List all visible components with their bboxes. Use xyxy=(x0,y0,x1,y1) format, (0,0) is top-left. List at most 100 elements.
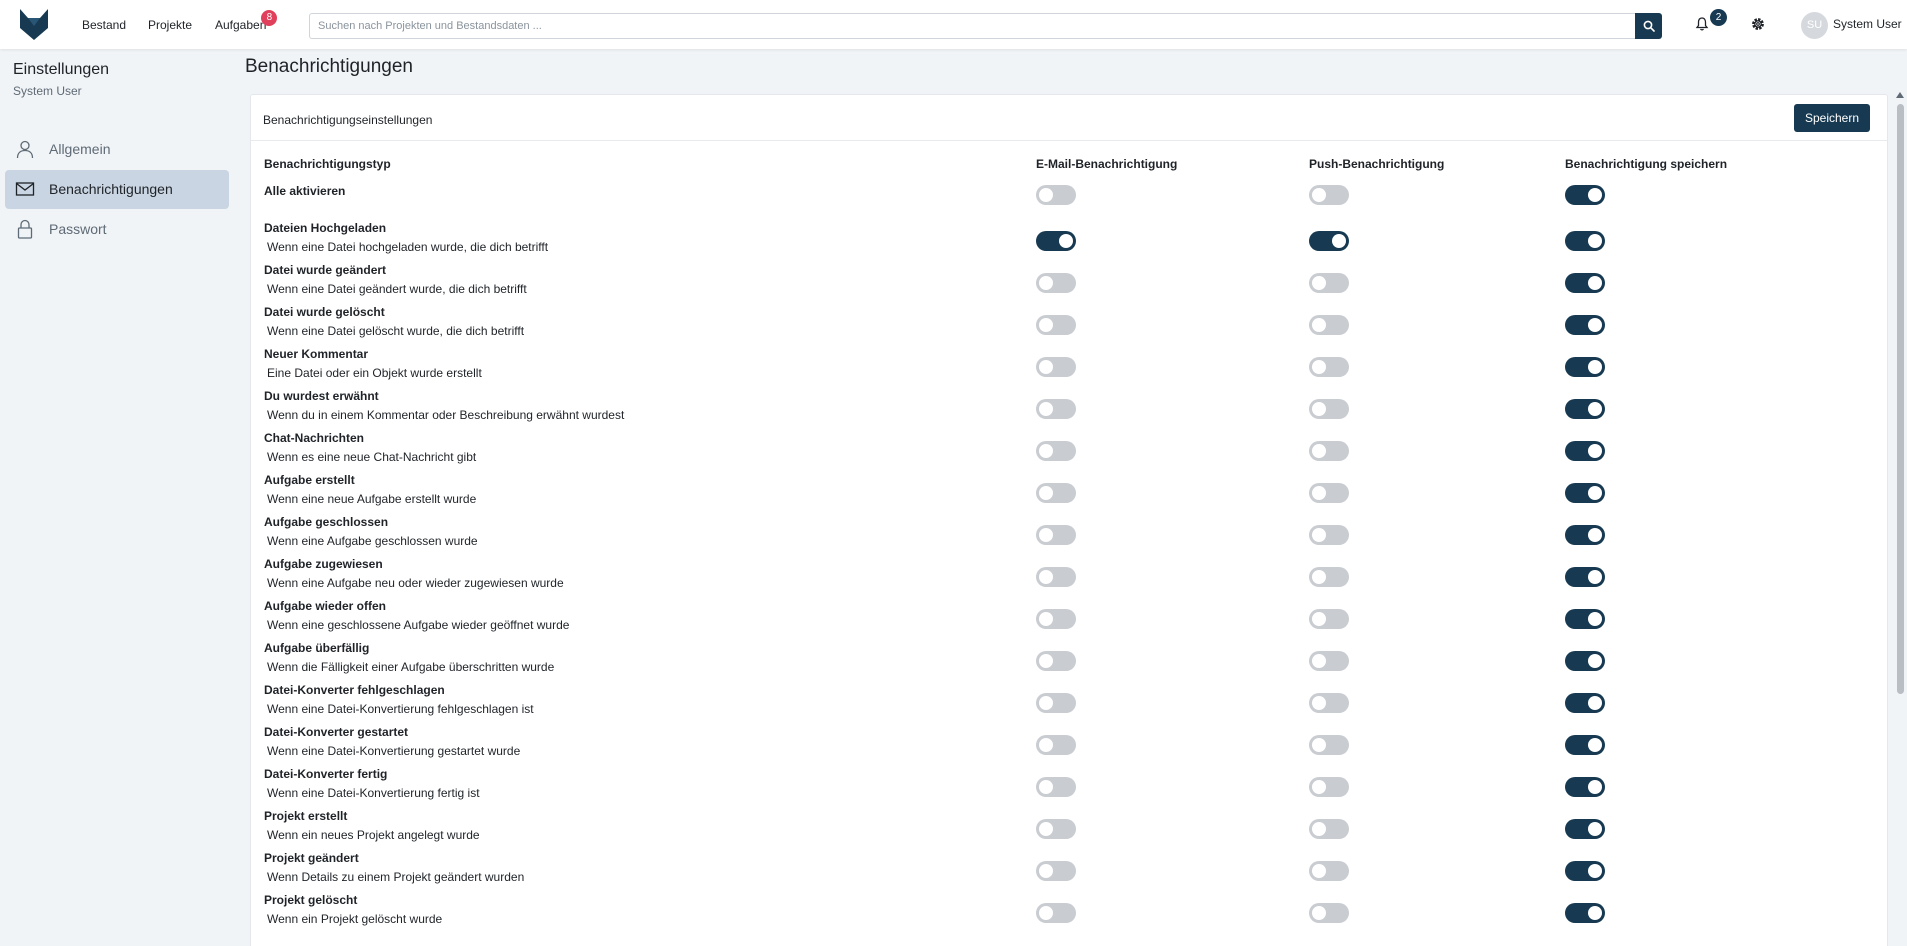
email-toggle[interactable] xyxy=(1036,357,1076,377)
notification-row: Datei-Konverter fehlgeschlagen Wenn eine … xyxy=(251,679,1887,721)
nav-bestand[interactable]: Bestand xyxy=(82,18,126,32)
save-toggle[interactable] xyxy=(1565,735,1605,755)
enable-all-push-toggle[interactable] xyxy=(1309,185,1349,205)
email-toggle[interactable] xyxy=(1036,567,1076,587)
sidebar-item-allgemein[interactable]: Allgemein xyxy=(5,130,229,169)
push-toggle[interactable] xyxy=(1309,819,1349,839)
notification-row: Datei-Konverter fertig Wenn eine Datei-Ko… xyxy=(251,763,1887,805)
save-toggle[interactable] xyxy=(1565,903,1605,923)
notification-row: Aufgabe wieder offen Wenn eine geschlosse… xyxy=(251,595,1887,637)
notification-type-title: Aufgabe überfällig xyxy=(264,641,370,655)
card-title: Benachrichtigungseinstellungen xyxy=(263,113,433,127)
gear-icon[interactable] xyxy=(1750,16,1766,32)
save-toggle[interactable] xyxy=(1565,315,1605,335)
push-toggle[interactable] xyxy=(1309,315,1349,335)
email-toggle[interactable] xyxy=(1036,483,1076,503)
settings-sidebar: Einstellungen System User Allgemein Bena… xyxy=(0,49,234,946)
notification-type-description: Wenn die Fälligkeit einer Aufgabe übersc… xyxy=(267,660,555,674)
email-toggle[interactable] xyxy=(1036,525,1076,545)
card-header: Benachrichtigungseinstellungen Speichern xyxy=(251,95,1887,141)
email-toggle[interactable] xyxy=(1036,819,1076,839)
notification-type-description: Wenn es eine neue Chat-Nachricht gibt xyxy=(267,450,477,464)
notification-type-title: Aufgabe erstellt xyxy=(264,473,355,487)
push-toggle[interactable] xyxy=(1309,483,1349,503)
email-toggle[interactable] xyxy=(1036,441,1076,461)
save-toggle[interactable] xyxy=(1565,777,1605,797)
notification-type-title: Projekt erstellt xyxy=(264,809,348,823)
sidebar-item-label: Allgemein xyxy=(49,141,111,157)
email-toggle[interactable] xyxy=(1036,399,1076,419)
notification-row: Aufgabe zugewiesen Wenn eine Aufgabe neu … xyxy=(251,553,1887,595)
notification-type-description: Wenn eine Datei-Konvertierung gestartet … xyxy=(267,744,521,758)
save-toggle[interactable] xyxy=(1565,525,1605,545)
notification-type-description: Wenn eine Datei-Konvertierung fertig ist xyxy=(267,786,480,800)
email-toggle[interactable] xyxy=(1036,777,1076,797)
push-toggle[interactable] xyxy=(1309,609,1349,629)
enable-all-save-toggle[interactable] xyxy=(1565,185,1605,205)
notification-type-title: Aufgabe wieder offen xyxy=(264,599,387,613)
push-toggle[interactable] xyxy=(1309,357,1349,377)
save-toggle[interactable] xyxy=(1565,441,1605,461)
user-name[interactable]: System User xyxy=(1833,17,1902,31)
email-toggle[interactable] xyxy=(1036,651,1076,671)
push-toggle[interactable] xyxy=(1309,567,1349,587)
save-toggle[interactable] xyxy=(1565,231,1605,251)
save-toggle[interactable] xyxy=(1565,609,1605,629)
email-toggle[interactable] xyxy=(1036,735,1076,755)
scroll-up-arrow-icon[interactable] xyxy=(1896,92,1904,98)
enable-all-email-toggle[interactable] xyxy=(1036,185,1076,205)
save-toggle[interactable] xyxy=(1565,399,1605,419)
user-avatar[interactable]: SU xyxy=(1801,12,1828,39)
notification-type-title: Dateien Hochgeladen xyxy=(264,221,387,235)
push-toggle[interactable] xyxy=(1309,861,1349,881)
save-toggle[interactable] xyxy=(1565,273,1605,293)
save-toggle[interactable] xyxy=(1565,861,1605,881)
email-toggle[interactable] xyxy=(1036,861,1076,881)
email-toggle[interactable] xyxy=(1036,231,1076,251)
fox-logo-icon[interactable] xyxy=(18,6,50,42)
push-toggle[interactable] xyxy=(1309,651,1349,671)
notification-row: Aufgabe überfällig Wenn die Fälligkeit ei… xyxy=(251,637,1887,679)
notification-type-description: Wenn eine geschlossene Aufgabe wieder ge… xyxy=(267,618,570,632)
push-toggle[interactable] xyxy=(1309,735,1349,755)
nav-aufgaben[interactable]: Aufgaben 8 xyxy=(215,10,278,32)
nav-projekte[interactable]: Projekte xyxy=(148,18,192,32)
sidebar-item-label: Benachrichtigungen xyxy=(49,181,173,197)
email-toggle[interactable] xyxy=(1036,903,1076,923)
scrollbar-thumb[interactable] xyxy=(1897,104,1904,694)
bell-icon[interactable] xyxy=(1694,16,1710,32)
notification-type-title: Aufgabe geschlossen xyxy=(264,515,389,529)
email-toggle[interactable] xyxy=(1036,273,1076,293)
save-toggle[interactable] xyxy=(1565,567,1605,587)
save-toggle[interactable] xyxy=(1565,819,1605,839)
notification-row: Du wurdest erwähnt Wenn du in einem Komme… xyxy=(251,385,1887,427)
notification-type-title: Datei wurde gelöscht xyxy=(264,305,385,319)
save-toggle[interactable] xyxy=(1565,483,1605,503)
push-toggle[interactable] xyxy=(1309,693,1349,713)
notification-row: Datei wurde gelöscht Wenn eine Datei gelö… xyxy=(251,301,1887,343)
notification-type-description: Wenn Details zu einem Projekt geändert w… xyxy=(267,870,525,884)
email-toggle[interactable] xyxy=(1036,315,1076,335)
page-scrollbar[interactable] xyxy=(1895,92,1905,946)
push-toggle[interactable] xyxy=(1309,777,1349,797)
sidebar-item-benachrichtigungen[interactable]: Benachrichtigungen xyxy=(5,170,229,209)
save-button[interactable]: Speichern xyxy=(1794,104,1870,132)
save-toggle[interactable] xyxy=(1565,693,1605,713)
push-toggle[interactable] xyxy=(1309,399,1349,419)
push-toggle[interactable] xyxy=(1309,903,1349,923)
notification-type-description: Wenn eine neue Aufgabe erstellt wurde xyxy=(267,492,477,506)
push-toggle[interactable] xyxy=(1309,273,1349,293)
save-toggle[interactable] xyxy=(1565,651,1605,671)
sidebar-item-passwort[interactable]: Passwort xyxy=(5,210,229,249)
search-button[interactable] xyxy=(1635,13,1662,39)
email-toggle[interactable] xyxy=(1036,693,1076,713)
email-toggle[interactable] xyxy=(1036,609,1076,629)
push-toggle[interactable] xyxy=(1309,441,1349,461)
search-input[interactable] xyxy=(309,13,1635,39)
column-header-push: Push-Benachrichtigung xyxy=(1309,157,1445,171)
push-toggle[interactable] xyxy=(1309,525,1349,545)
save-toggle[interactable] xyxy=(1565,357,1605,377)
push-toggle[interactable] xyxy=(1309,231,1349,251)
column-header-save: Benachrichtigung speichern xyxy=(1565,157,1728,171)
sidebar-subtitle: System User xyxy=(13,84,82,98)
